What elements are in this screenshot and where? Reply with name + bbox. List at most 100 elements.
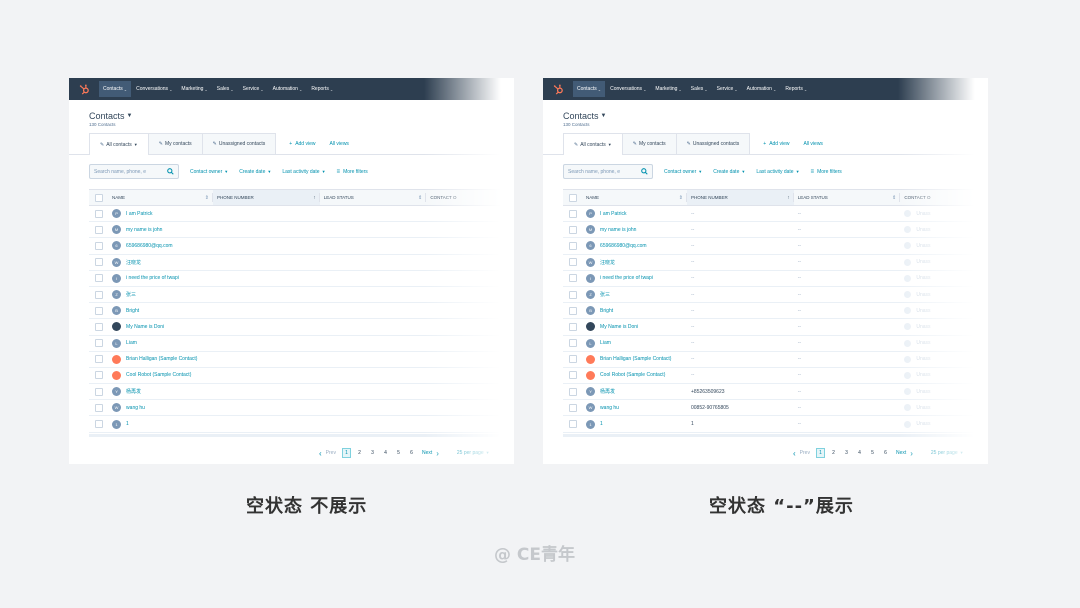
chevron-right-icon[interactable]: › bbox=[910, 449, 913, 458]
contact-name-link[interactable]: Brian Halligan (Sample Contact) bbox=[600, 356, 671, 362]
all-views-link[interactable]: All views bbox=[803, 133, 822, 154]
page-number[interactable]: 5 bbox=[868, 450, 877, 456]
table-row[interactable]: Brian Halligan (Sample Contact) bbox=[89, 352, 514, 368]
column-header-phone[interactable]: PHONE NUMBER ↑ bbox=[213, 190, 320, 205]
next-page-button[interactable]: Next bbox=[896, 450, 906, 456]
horizontal-scrollbar[interactable] bbox=[89, 434, 514, 437]
add-view-link[interactable]: + Add view bbox=[289, 133, 315, 154]
contact-name-link[interactable]: i need the price of twapi bbox=[126, 275, 179, 281]
tab-unassigned-contacts[interactable]: ✎ Unassigned contacts bbox=[675, 133, 751, 154]
row-checkbox[interactable] bbox=[89, 258, 108, 267]
tab-all-contacts[interactable]: ✎ All contacts ▼ bbox=[89, 133, 149, 155]
page-number[interactable]: 2 bbox=[355, 450, 364, 456]
page-title[interactable]: Contacts bbox=[563, 111, 599, 121]
table-row[interactable]: W 汪晓龙 -- -- Unass bbox=[563, 255, 988, 271]
page-number[interactable]: 5 bbox=[394, 450, 403, 456]
table-row[interactable]: Wwang hu 00852-90765805 -- Unass bbox=[563, 400, 988, 417]
table-row[interactable]: 6 659686980@qq.com bbox=[89, 238, 514, 255]
table-row[interactable]: W 汪晓龙 bbox=[89, 255, 514, 271]
caret-down-icon[interactable]: ▼ bbox=[127, 113, 133, 119]
tab-my-contacts[interactable]: ✎ My contacts bbox=[147, 133, 203, 154]
table-row[interactable]: P I am Patrick -- -- Unass bbox=[563, 206, 988, 223]
nav-service[interactable]: Service ⌄ bbox=[717, 86, 738, 92]
page-number[interactable]: 3 bbox=[842, 450, 851, 456]
search-input[interactable]: Search name, phone, e bbox=[563, 164, 653, 179]
nav-automation[interactable]: Automation ⌄ bbox=[273, 86, 303, 92]
table-row[interactable]: B Bright -- -- Unass bbox=[563, 303, 988, 320]
row-checkbox[interactable] bbox=[563, 355, 582, 364]
prev-page-button[interactable]: Prev bbox=[326, 450, 336, 456]
table-row[interactable]: Mmy name is john -- -- Unass bbox=[563, 222, 988, 239]
column-header-name[interactable]: NAME ⇕ bbox=[582, 190, 687, 205]
contact-name-link[interactable]: Bright bbox=[600, 308, 613, 314]
nav-contacts[interactable]: Contacts ⌄ bbox=[99, 81, 132, 97]
table-row[interactable]: Z 张三 bbox=[89, 287, 514, 304]
table-row[interactable]: My Name is Doni bbox=[89, 319, 514, 336]
filter-last-activity-date[interactable]: Last activity date ▼ bbox=[756, 169, 799, 175]
table-row[interactable]: Z 张三 -- -- Unass bbox=[563, 287, 988, 304]
chevron-right-icon[interactable]: › bbox=[436, 449, 439, 458]
row-checkbox[interactable] bbox=[89, 274, 108, 283]
more-filters-button[interactable]: ≡ More filters bbox=[811, 169, 842, 175]
column-header-lead-status[interactable]: LEAD STATUS ⇕ bbox=[794, 190, 901, 205]
table-row[interactable]: Ii need the price of twapi -- -- Unass bbox=[563, 271, 988, 287]
filter-create-date[interactable]: Create date ▼ bbox=[713, 169, 745, 175]
select-all-checkbox[interactable] bbox=[563, 193, 582, 202]
contact-name-link[interactable]: 杨再发 bbox=[126, 388, 141, 395]
filter-last-activity-date[interactable]: Last activity date ▼ bbox=[282, 169, 325, 175]
table-row[interactable]: Wwang hu bbox=[89, 400, 514, 417]
table-row[interactable]: Y 杨再发 +85263509623 -- Unass bbox=[563, 384, 988, 401]
page-number[interactable]: 1 bbox=[815, 448, 825, 458]
contact-name-link[interactable]: 杨再发 bbox=[600, 388, 615, 395]
hubspot-logo-icon[interactable] bbox=[551, 82, 565, 96]
contact-name-link[interactable]: 1 bbox=[126, 421, 129, 427]
filter-contact-owner[interactable]: Contact owner ▼ bbox=[190, 169, 228, 175]
contact-name-link[interactable]: Cool Robot (Sample Contact) bbox=[600, 372, 665, 378]
row-checkbox[interactable] bbox=[563, 339, 582, 348]
nav-marketing[interactable]: Marketing ⌄ bbox=[655, 86, 681, 92]
page-number[interactable]: 2 bbox=[829, 450, 838, 456]
per-page-select[interactable]: 25 per page ▼ bbox=[931, 450, 964, 456]
table-row[interactable]: 6 659686980@qq.com -- -- Unass bbox=[563, 238, 988, 255]
page-number[interactable]: 3 bbox=[368, 450, 377, 456]
more-filters-button[interactable]: ≡ More filters bbox=[337, 169, 368, 175]
column-header-name[interactable]: NAME ⇕ bbox=[108, 190, 213, 205]
contact-name-link[interactable]: I am Patrick bbox=[126, 211, 152, 217]
chevron-left-icon[interactable]: ‹ bbox=[793, 449, 796, 458]
table-row[interactable]: L Liam -- -- Unass bbox=[563, 336, 988, 352]
nav-service[interactable]: Service ⌄ bbox=[243, 86, 264, 92]
contact-name-link[interactable]: Bright bbox=[126, 308, 139, 314]
column-header-lead-status[interactable]: LEAD STATUS ⇕ bbox=[320, 190, 427, 205]
contact-name-link[interactable]: I am Patrick bbox=[600, 211, 626, 217]
tab-all-contacts[interactable]: ✎ All contacts ▼ bbox=[563, 133, 623, 155]
contact-name-link[interactable]: wang hu bbox=[600, 405, 619, 411]
nav-contacts[interactable]: Contacts ⌄ bbox=[573, 81, 606, 97]
nav-sales[interactable]: Sales ⌄ bbox=[217, 86, 234, 92]
row-checkbox[interactable] bbox=[89, 339, 108, 348]
page-number[interactable]: 4 bbox=[381, 450, 390, 456]
filter-contact-owner[interactable]: Contact owner ▼ bbox=[664, 169, 702, 175]
next-page-button[interactable]: Next bbox=[422, 450, 432, 456]
page-number[interactable]: 6 bbox=[407, 450, 416, 456]
contact-name-link[interactable]: My Name is Doni bbox=[600, 324, 638, 330]
hubspot-logo-icon[interactable] bbox=[77, 82, 91, 96]
contact-name-link[interactable]: 659686980@qq.com bbox=[600, 243, 647, 249]
row-checkbox[interactable] bbox=[563, 420, 582, 429]
table-row[interactable]: P I am Patrick bbox=[89, 206, 514, 223]
contact-name-link[interactable]: 汪晓龙 bbox=[126, 259, 141, 266]
select-all-checkbox[interactable] bbox=[89, 193, 108, 202]
row-checkbox[interactable] bbox=[89, 371, 108, 380]
row-checkbox[interactable] bbox=[89, 355, 108, 364]
tab-my-contacts[interactable]: ✎ My contacts bbox=[621, 133, 677, 154]
contact-name-link[interactable]: my name is john bbox=[126, 227, 162, 233]
row-checkbox[interactable] bbox=[563, 322, 582, 331]
nav-reports[interactable]: Reports ⌄ bbox=[311, 86, 333, 92]
horizontal-scrollbar[interactable] bbox=[563, 434, 988, 437]
contact-name-link[interactable]: 张三 bbox=[126, 291, 136, 298]
row-checkbox[interactable] bbox=[563, 225, 582, 234]
all-views-link[interactable]: All views bbox=[329, 133, 348, 154]
row-checkbox[interactable] bbox=[563, 274, 582, 283]
contact-name-link[interactable]: Brian Halligan (Sample Contact) bbox=[126, 356, 197, 362]
row-checkbox[interactable] bbox=[563, 258, 582, 267]
table-row[interactable]: Y 杨再发 bbox=[89, 384, 514, 401]
